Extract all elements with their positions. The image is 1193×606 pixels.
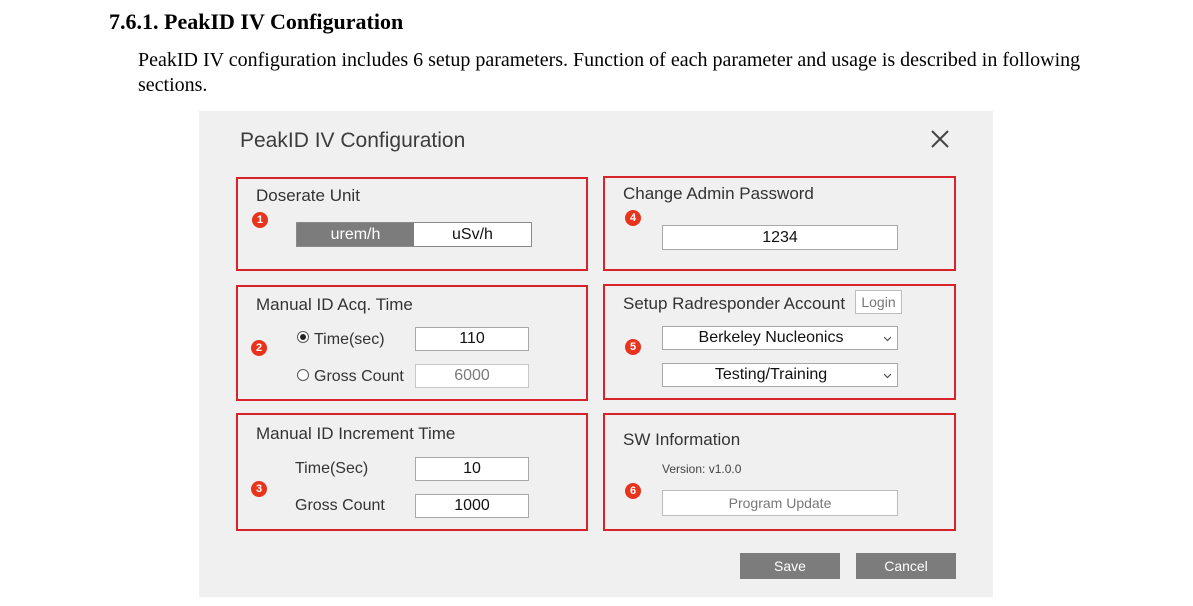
document-paragraph: PeakID IV configuration includes 6 setup… <box>138 49 1081 96</box>
acq-time-section: Manual ID Acq. Time 2 Time(sec) 110 Gros… <box>236 285 588 401</box>
increment-time-input[interactable]: 10 <box>415 457 529 481</box>
acq-time-input[interactable]: 110 <box>415 327 529 351</box>
badge-5: 5 <box>625 339 641 355</box>
acq-time-label: Time(sec) <box>314 331 385 348</box>
badge-1: 1 <box>252 212 268 228</box>
doserate-option-usv[interactable]: uSv/h <box>414 223 531 246</box>
doserate-title: Doserate Unit <box>256 186 360 205</box>
save-button[interactable]: Save <box>740 553 840 579</box>
acq-gross-label: Gross Count <box>314 368 404 385</box>
cancel-button[interactable]: Cancel <box>856 553 956 579</box>
program-update-button[interactable]: Program Update <box>662 490 898 516</box>
acq-gross-input[interactable]: 6000 <box>415 364 529 388</box>
doserate-section: Doserate Unit 1 urem/h uSv/h <box>236 177 588 271</box>
configuration-dialog: PeakID IV Configuration Doserate Unit 1 … <box>199 111 993 597</box>
event-value: Testing/Training <box>714 366 828 383</box>
increment-title: Manual ID Increment Time <box>256 424 456 443</box>
doserate-toggle: urem/h uSv/h <box>296 222 532 247</box>
chevron-down-icon <box>884 336 891 342</box>
admin-password-input[interactable]: 1234 <box>662 225 898 250</box>
sw-info-section: SW Information Version: v1.0.0 6 Program… <box>603 413 956 531</box>
radresponder-title: Setup Radresponder Account <box>623 294 846 313</box>
organization-select[interactable]: Berkeley Nucleonics <box>662 326 898 350</box>
badge-3: 3 <box>251 481 267 497</box>
increment-time-label: Time(Sec) <box>295 460 369 477</box>
document-heading: 7.6.1. PeakID IV Configuration <box>109 9 404 34</box>
acq-time-radio[interactable] <box>297 331 309 343</box>
increment-gross-label: Gross Count <box>295 497 385 514</box>
event-select[interactable]: Testing/Training <box>662 363 898 387</box>
sw-info-title: SW Information <box>623 430 741 449</box>
radresponder-section: Setup Radresponder Account Login 5 Berke… <box>603 284 956 400</box>
organization-value: Berkeley Nucleonics <box>698 329 844 346</box>
badge-6: 6 <box>625 483 641 499</box>
login-button[interactable]: Login <box>855 290 902 314</box>
chevron-down-icon <box>884 373 891 379</box>
admin-password-title: Change Admin Password <box>623 184 814 203</box>
acq-gross-radio[interactable] <box>297 369 309 381</box>
dialog-title: PeakID IV Configuration <box>240 129 466 152</box>
close-icon[interactable] <box>927 125 953 153</box>
version-text: Version: v1.0.0 <box>662 462 742 476</box>
doserate-option-urem[interactable]: urem/h <box>297 223 414 246</box>
badge-2: 2 <box>251 340 267 356</box>
increment-gross-input[interactable]: 1000 <box>415 494 529 518</box>
increment-section: Manual ID Increment Time 3 Time(Sec) 10 … <box>236 413 588 531</box>
admin-password-section: Change Admin Password 4 1234 <box>603 176 956 271</box>
badge-4: 4 <box>625 210 641 226</box>
acq-time-title: Manual ID Acq. Time <box>256 295 413 314</box>
